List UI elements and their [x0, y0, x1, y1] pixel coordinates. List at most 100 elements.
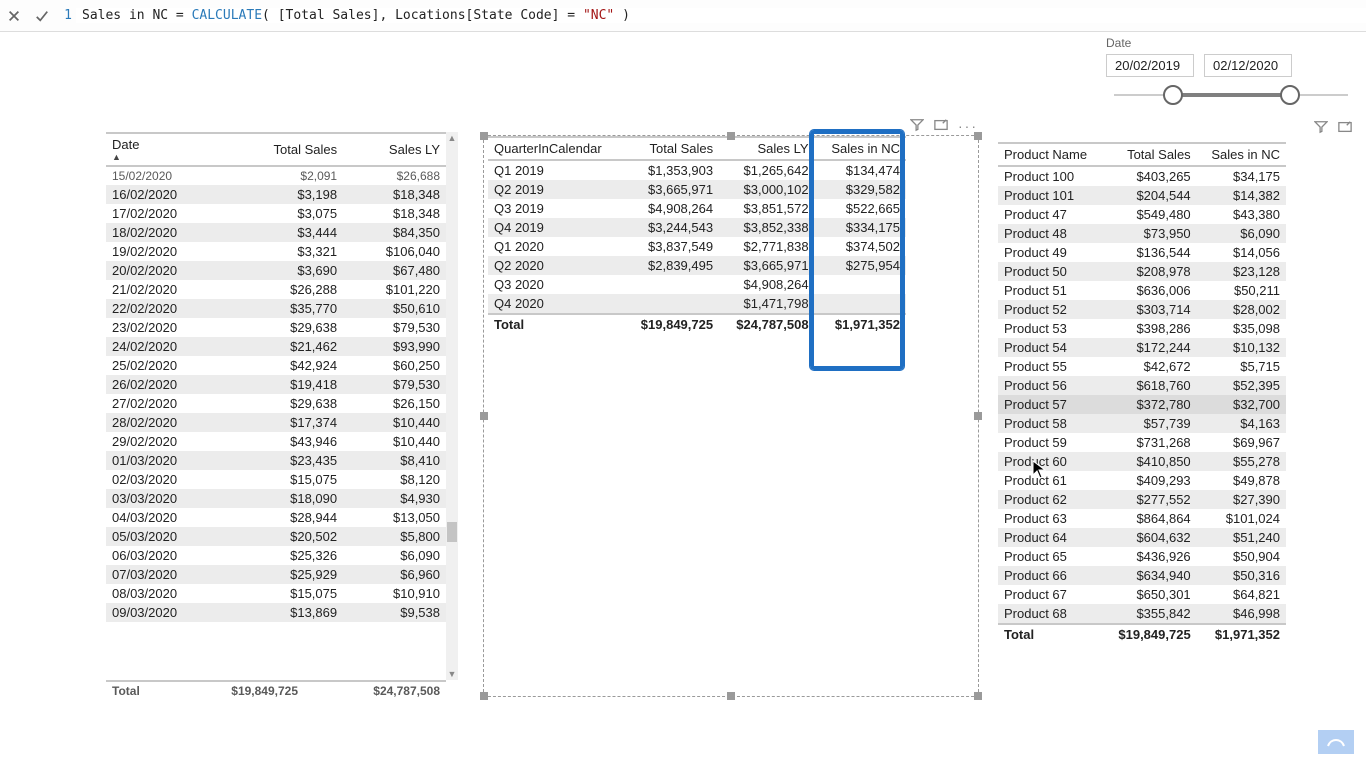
table-row[interactable]: Product 48$73,950$6,090 — [998, 224, 1286, 243]
table-row[interactable]: 25/02/2020$42,924$60,250 — [106, 356, 446, 375]
table-row[interactable]: 28/02/2020$17,374$10,440 — [106, 413, 446, 432]
table-row[interactable]: Product 52$303,714$28,002 — [998, 300, 1286, 319]
col-sales-nc[interactable]: Sales in NC — [1197, 143, 1286, 166]
table-row[interactable]: Product 67$650,301$64,821 — [998, 585, 1286, 604]
table-row[interactable]: Q2 2019$3,665,971$3,000,102$329,582 — [488, 180, 906, 199]
table-row[interactable]: Product 57$372,780$32,700 — [998, 395, 1286, 414]
filter-icon[interactable] — [910, 118, 924, 135]
table-row[interactable]: 03/03/2020$18,090$4,930 — [106, 489, 446, 508]
col-sales-ly[interactable]: Sales LY — [719, 137, 815, 160]
table-row[interactable]: Product 60$410,850$55,278 — [998, 452, 1286, 471]
resize-handle[interactable] — [974, 692, 982, 700]
table-row[interactable]: Q1 2020$3,837,549$2,771,838$374,502 — [488, 237, 906, 256]
table-row[interactable]: 18/02/2020$3,444$84,350 — [106, 223, 446, 242]
table-row[interactable]: Q4 2020$1,471,798 — [488, 294, 906, 314]
table-row[interactable]: 01/03/2020$23,435$8,410 — [106, 451, 446, 470]
table-row[interactable]: Product 51$636,006$50,211 — [998, 281, 1286, 300]
table-row[interactable]: Product 50$208,978$23,128 — [998, 262, 1286, 281]
product-table[interactable]: Product Name Total Sales Sales in NC Pro… — [998, 142, 1286, 644]
table-row[interactable]: Product 101$204,544$14,382 — [998, 186, 1286, 205]
table-row[interactable]: 16/02/2020$3,198$18,348 — [106, 185, 446, 204]
table-row[interactable]: Product 53$398,286$35,098 — [998, 319, 1286, 338]
table-row[interactable]: Product 56$618,760$52,395 — [998, 376, 1286, 395]
table-row[interactable]: 04/03/2020$28,944$13,050 — [106, 508, 446, 527]
date-slicer[interactable]: Date 20/02/2019 02/12/2020 — [1106, 36, 1356, 107]
report-canvas[interactable]: Date 20/02/2019 02/12/2020 Date▲ Total S… — [0, 32, 1366, 768]
commit-formula-button[interactable] — [28, 0, 56, 32]
slicer-start-input[interactable]: 20/02/2019 — [1106, 54, 1194, 77]
table-row[interactable]: Q3 2019$4,908,264$3,851,572$522,665 — [488, 199, 906, 218]
date-table-visual[interactable]: Date▲ Total Sales Sales LY 15/02/2020$2,… — [106, 132, 458, 704]
table-row[interactable]: 05/03/2020$20,502$5,800 — [106, 527, 446, 546]
resize-handle[interactable] — [727, 692, 735, 700]
table-row[interactable]: 07/03/2020$25,929$6,960 — [106, 565, 446, 584]
col-total-sales[interactable]: Total Sales — [624, 137, 720, 160]
table-row[interactable]: 02/03/2020$15,075$8,120 — [106, 470, 446, 489]
table-row[interactable]: Product 100$403,265$34,175 — [998, 166, 1286, 186]
table-row[interactable]: 15/02/2020$2,091$26,688 — [106, 166, 446, 185]
table-row[interactable]: 17/02/2020$3,075$18,348 — [106, 204, 446, 223]
focus-icon[interactable] — [934, 118, 948, 135]
scroll-thumb[interactable] — [447, 522, 457, 542]
col-date[interactable]: Date▲ — [106, 133, 226, 166]
table-row[interactable]: 24/02/2020$21,462$93,990 — [106, 337, 446, 356]
filter-icon[interactable] — [1314, 120, 1328, 137]
table-row[interactable]: 27/02/2020$29,638$26,150 — [106, 394, 446, 413]
slicer-handle-end[interactable] — [1280, 85, 1300, 105]
col-sales-ly[interactable]: Sales LY — [343, 133, 446, 166]
table-row[interactable]: Product 47$549,480$43,380 — [998, 205, 1286, 224]
table-row[interactable]: 09/03/2020$13,869$9,538 — [106, 603, 446, 622]
slicer-end-input[interactable]: 02/12/2020 — [1204, 54, 1292, 77]
table-row[interactable]: Q3 2020$4,908,264 — [488, 275, 906, 294]
formula-input[interactable]: Sales in NC = CALCULATE( [Total Sales], … — [76, 8, 1366, 23]
table-row[interactable]: Product 49$136,544$14,056 — [998, 243, 1286, 262]
cancel-formula-button[interactable] — [0, 0, 28, 32]
table-row[interactable]: Product 54$172,244$10,132 — [998, 338, 1286, 357]
scroll-down-icon[interactable]: ▼ — [446, 668, 458, 680]
table-row[interactable]: Q4 2019$3,244,543$3,852,338$334,175 — [488, 218, 906, 237]
table-row[interactable]: 20/02/2020$3,690$67,480 — [106, 261, 446, 280]
col-product[interactable]: Product Name — [998, 143, 1103, 166]
col-quarter[interactable]: QuarterInCalendar — [488, 137, 624, 160]
table-row[interactable]: Product 61$409,293$49,878 — [998, 471, 1286, 490]
resize-handle[interactable] — [974, 412, 982, 420]
scroll-up-icon[interactable]: ▲ — [446, 132, 458, 144]
table-row[interactable]: 29/02/2020$43,946$10,440 — [106, 432, 446, 451]
table-row[interactable]: 22/02/2020$35,770$50,610 — [106, 299, 446, 318]
table-row[interactable]: Product 65$436,926$50,904 — [998, 547, 1286, 566]
table-row[interactable]: 19/02/2020$3,321$106,040 — [106, 242, 446, 261]
table-row[interactable]: 06/03/2020$25,326$6,090 — [106, 546, 446, 565]
more-icon[interactable]: ··· — [958, 118, 978, 135]
table-row[interactable]: 21/02/2020$26,288$101,220 — [106, 280, 446, 299]
table-row[interactable]: Q1 2019$1,353,903$1,265,642$134,474 — [488, 160, 906, 180]
slicer-track[interactable] — [1114, 83, 1348, 107]
col-total-sales[interactable]: Total Sales — [1103, 143, 1196, 166]
resize-handle[interactable] — [480, 132, 488, 140]
table-row[interactable]: Product 63$864,864$101,024 — [998, 509, 1286, 528]
date-table[interactable]: Date▲ Total Sales Sales LY 15/02/2020$2,… — [106, 132, 446, 622]
formula-text: Sales in NC = — [82, 8, 192, 23]
table-row[interactable]: Product 66$634,940$50,316 — [998, 566, 1286, 585]
table-row[interactable]: Product 68$355,842$46,998 — [998, 604, 1286, 624]
table-row[interactable]: Q2 2020$2,839,495$3,665,971$275,954 — [488, 256, 906, 275]
col-total-sales[interactable]: Total Sales — [226, 133, 343, 166]
focus-icon[interactable] — [1338, 120, 1352, 137]
table-row[interactable]: 26/02/2020$19,418$79,530 — [106, 375, 446, 394]
cell-total-sales: $650,301 — [1103, 585, 1196, 604]
resize-handle[interactable] — [480, 692, 488, 700]
quarter-table-visual[interactable]: ··· QuarterInCalendar Total Sales Sales … — [484, 136, 978, 696]
table-row[interactable]: Product 64$604,632$51,240 — [998, 528, 1286, 547]
table-row[interactable]: Product 59$731,268$69,967 — [998, 433, 1286, 452]
table-row[interactable]: 23/02/2020$29,638$79,530 — [106, 318, 446, 337]
quarter-table[interactable]: QuarterInCalendar Total Sales Sales LY S… — [488, 136, 906, 334]
scrollbar[interactable]: ▲ ▼ — [446, 132, 458, 680]
slicer-handle-start[interactable] — [1163, 85, 1183, 105]
col-sales-nc[interactable]: Sales in NC — [815, 137, 906, 160]
table-row[interactable]: 08/03/2020$15,075$10,910 — [106, 584, 446, 603]
table-row[interactable]: Product 55$42,672$5,715 — [998, 357, 1286, 376]
resize-handle[interactable] — [480, 412, 488, 420]
product-table-visual[interactable]: Product Name Total Sales Sales in NC Pro… — [998, 142, 1286, 748]
resize-handle[interactable] — [727, 132, 735, 140]
table-row[interactable]: Product 58$57,739$4,163 — [998, 414, 1286, 433]
table-row[interactable]: Product 62$277,552$27,390 — [998, 490, 1286, 509]
